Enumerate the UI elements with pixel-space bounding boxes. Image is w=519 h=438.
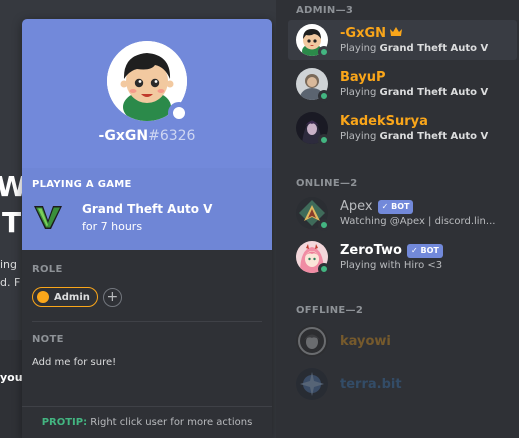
member-item-apex[interactable]: Apex ✓ BOT Watching @Apex | discord.lin.…	[288, 193, 517, 233]
member-activity-prefix: Playing with Hiro <3	[340, 260, 443, 271]
avatar	[296, 241, 330, 275]
game-name: Grand Theft Auto V	[82, 201, 213, 216]
popout-body: ROLE Admin + NOTE Add me for sure!	[22, 250, 272, 382]
member-activity-prefix: Playing	[340, 87, 380, 98]
activity-section: PLAYING A GAME Grand Theft Auto V for 7 …	[22, 168, 272, 250]
gta-v-icon	[32, 201, 64, 233]
profile-discriminator: #6326	[148, 128, 196, 144]
role-section-title: ROLE	[32, 264, 63, 275]
status-online-icon	[318, 90, 330, 102]
member-list: ADMIN—3 -GxGN Playing Grand Theft Auto V…	[276, 0, 519, 438]
member-name: kayowi	[340, 333, 391, 349]
chat-fragment: ing	[0, 258, 18, 271]
group-title-offline: OFFLINE—2	[296, 305, 364, 316]
crown-icon	[390, 26, 403, 41]
avatar	[296, 68, 330, 102]
member-item-gxgn[interactable]: -GxGN Playing Grand Theft Auto V	[288, 20, 517, 60]
protip-footer: PROTIP: Right click user for more action…	[22, 406, 272, 438]
member-name: ZeroTwo	[340, 243, 402, 258]
status-online-icon	[318, 219, 330, 231]
user-popout: -GxGN#6326 PLAYING A GAME Grand Theft Au…	[22, 19, 272, 438]
member-name: -GxGN	[340, 26, 387, 41]
group-title-admin: ADMIN—3	[296, 5, 354, 16]
member-activity-prefix: Playing	[340, 43, 380, 54]
member-activity-game: Grand Theft Auto V	[379, 87, 489, 98]
member-activity-game: Grand Theft Auto V	[379, 131, 489, 142]
profile-name: -GxGN	[98, 128, 149, 144]
bot-tag-label: BOT	[420, 245, 439, 255]
profile-avatar[interactable]	[107, 41, 190, 124]
divider	[32, 321, 262, 322]
avatar	[296, 197, 330, 231]
add-role-button[interactable]: +	[102, 287, 122, 307]
chat-background-strip: your	[0, 340, 28, 438]
profile-username: -GxGN#6326	[22, 128, 272, 144]
bot-tag-label: BOT	[391, 201, 410, 211]
group-title-online: ONLINE—2	[296, 178, 358, 189]
protip-label: PROTIP:	[41, 417, 88, 428]
popout-header: -GxGN#6326	[22, 19, 272, 168]
note-section-title: NOTE	[32, 334, 64, 345]
member-name: terra.bit	[340, 376, 402, 392]
role-label: Admin	[54, 291, 90, 303]
chat-fragment: T	[2, 206, 22, 239]
game-duration: for 7 hours	[82, 219, 143, 233]
role-pill-admin[interactable]: Admin	[32, 287, 98, 307]
status-online-icon	[318, 46, 330, 58]
avatar	[296, 112, 330, 146]
member-item-terrabit[interactable]: terra.bit	[288, 364, 517, 404]
status-online-icon	[318, 134, 330, 146]
note-field[interactable]: Add me for sure!	[32, 357, 262, 368]
member-activity-game: Grand Theft Auto V	[379, 43, 489, 54]
member-name: KadekSurya	[340, 114, 428, 129]
protip-text: Right click user for more actions	[87, 417, 253, 428]
member-item-kadeksurya[interactable]: KadekSurya Playing Grand Theft Auto V	[288, 108, 517, 148]
member-item-zerotwo[interactable]: ZeroTwo ✓ BOT Playing with Hiro <3	[288, 237, 517, 277]
avatar	[296, 325, 328, 357]
role-color-dot[interactable]	[37, 291, 49, 303]
member-activity-prefix: Watching @Apex | discord.lin...	[340, 216, 496, 227]
member-item-kayowi[interactable]: kayowi	[288, 321, 517, 361]
member-activity-prefix: Playing	[340, 131, 380, 142]
activity-title: PLAYING A GAME	[32, 179, 132, 190]
member-item-bayup[interactable]: BayuP Playing Grand Theft Auto V	[288, 64, 517, 104]
status-online-icon	[168, 102, 190, 124]
status-online-icon	[318, 263, 330, 275]
chat-fragment: d. F	[0, 276, 21, 289]
avatar	[296, 368, 328, 400]
avatar	[296, 24, 330, 58]
bot-tag: ✓ BOT	[377, 199, 414, 214]
member-name: Apex	[340, 199, 373, 214]
bot-tag: ✓ BOT	[406, 243, 443, 258]
member-name: BayuP	[340, 70, 386, 85]
